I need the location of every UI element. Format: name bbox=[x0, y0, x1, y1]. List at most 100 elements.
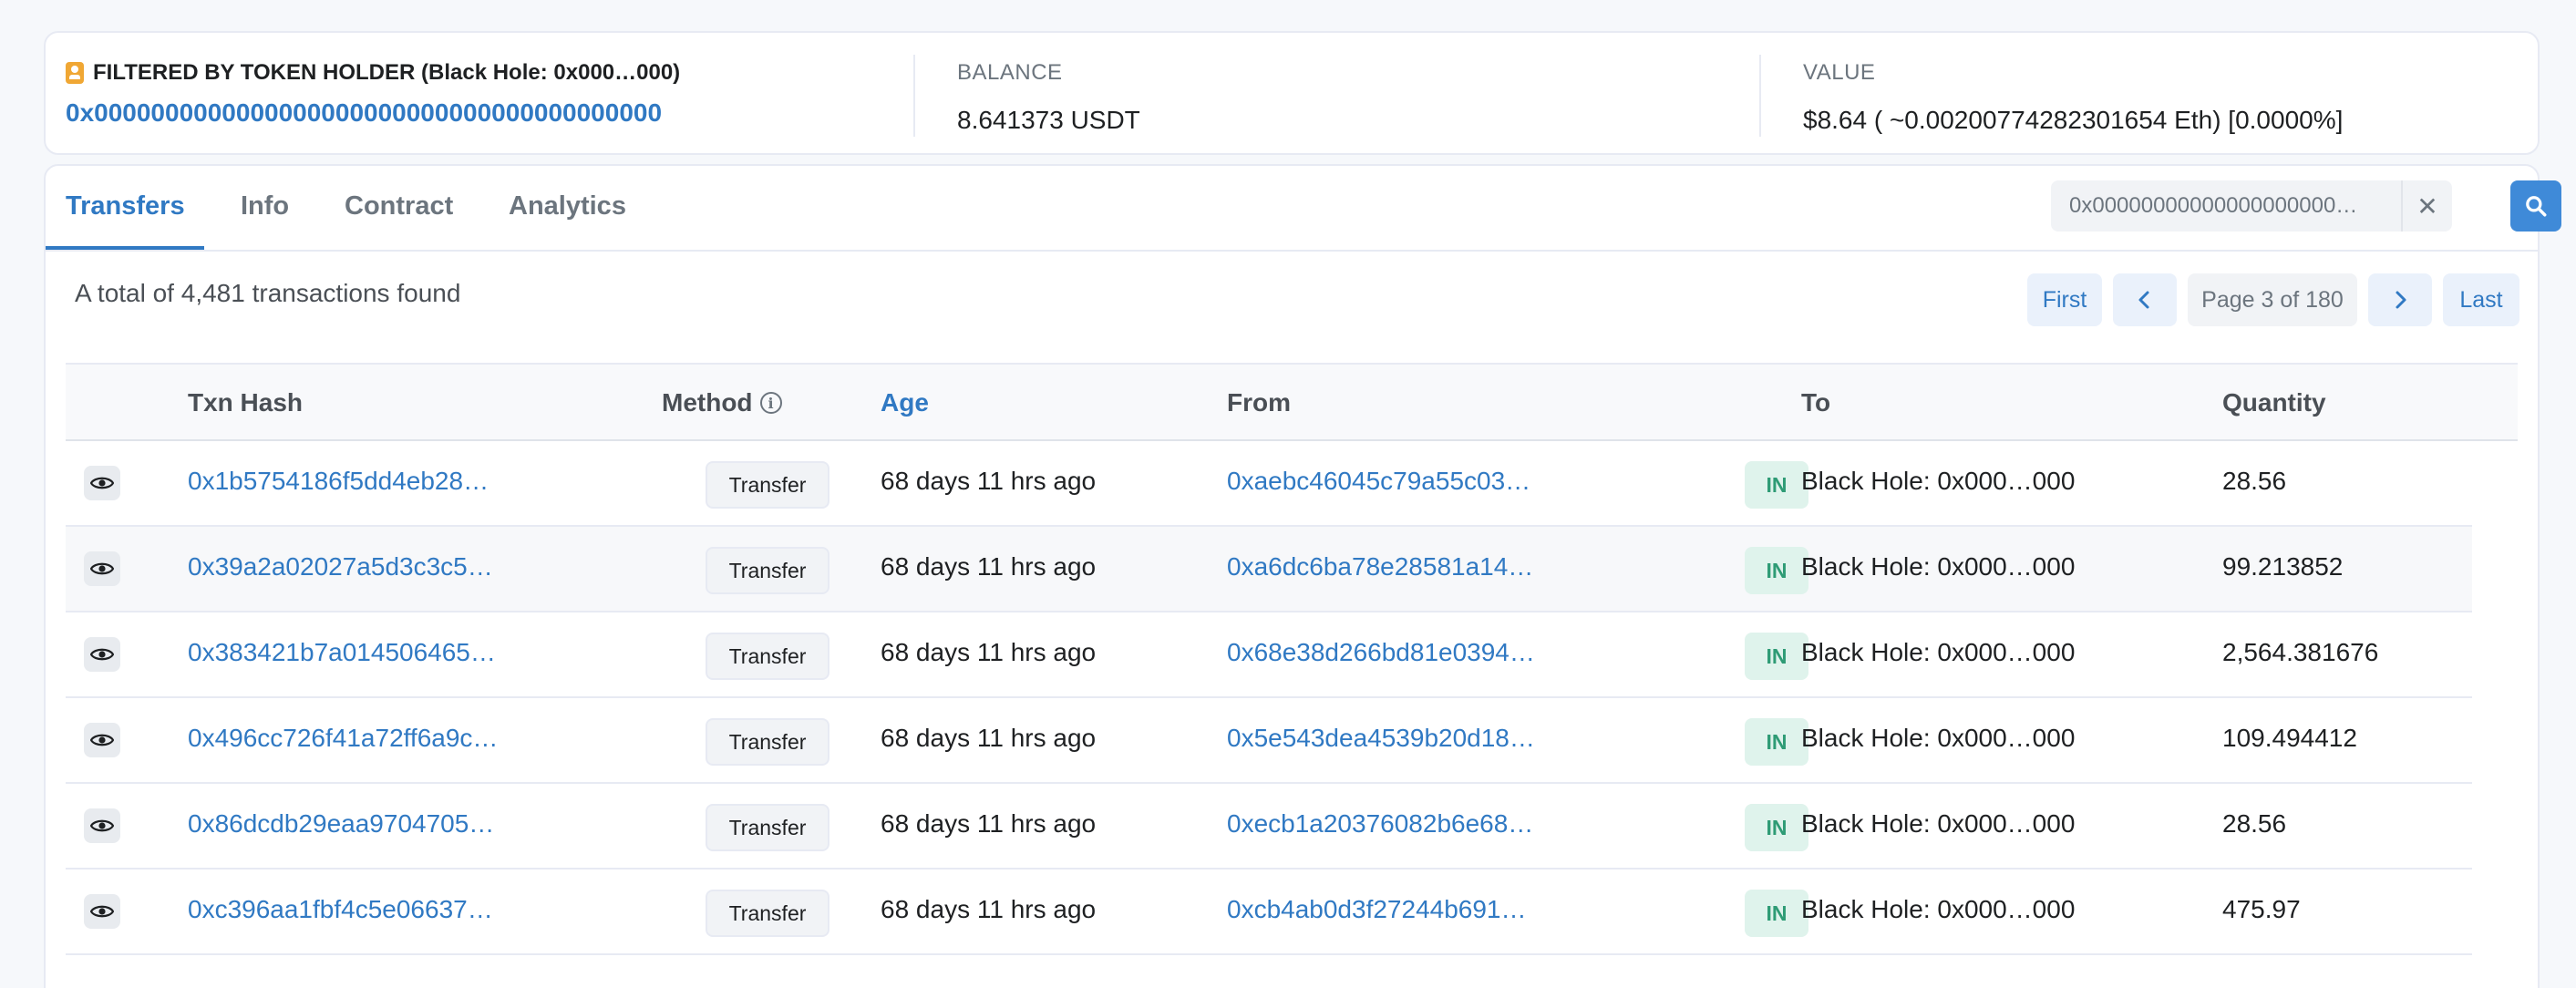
value-column: VALUE $8.64 ( ~0.00200774282301654 Eth) … bbox=[1759, 55, 2516, 137]
quantity-cell: 109.494412 bbox=[2222, 724, 2357, 752]
from-address-link[interactable]: 0xa6dc6ba78e28581a14… bbox=[1227, 552, 1533, 581]
preview-button[interactable] bbox=[84, 637, 120, 672]
tab-transfers[interactable]: Transfers bbox=[66, 191, 185, 221]
active-tab-indicator bbox=[46, 246, 204, 250]
method-badge: Transfer bbox=[706, 547, 829, 594]
user-badge-icon bbox=[66, 62, 84, 84]
direction-badge: IN bbox=[1745, 633, 1808, 680]
header-from: From bbox=[1227, 388, 1291, 417]
tab-analytics[interactable]: Analytics bbox=[509, 191, 626, 221]
info-icon[interactable]: i bbox=[759, 392, 782, 414]
direction-badge: IN bbox=[1745, 547, 1808, 594]
age-cell: 68 days 11 hrs ago bbox=[881, 724, 1097, 752]
address-filter-box: ✕ bbox=[2051, 180, 2452, 232]
method-badge: Transfer bbox=[706, 804, 829, 851]
holder-address-link[interactable]: 0x00000000000000000000000000000000000000… bbox=[66, 98, 662, 128]
txn-hash-link[interactable]: 0x86dcdb29eaa9704705… bbox=[188, 809, 494, 839]
quantity-cell: 99.213852 bbox=[2222, 552, 2344, 581]
eye-icon bbox=[90, 819, 114, 832]
direction-badge: IN bbox=[1745, 890, 1808, 937]
header-method-label: Method bbox=[662, 388, 753, 417]
from-address-link[interactable]: 0xecb1a20376082b6e68… bbox=[1227, 809, 1533, 839]
preview-button[interactable] bbox=[84, 723, 120, 757]
preview-button[interactable] bbox=[84, 808, 120, 843]
to-address: Black Hole: 0x000…000 bbox=[1801, 552, 2076, 581]
direction-badge: IN bbox=[1745, 461, 1808, 509]
preview-button[interactable] bbox=[84, 551, 120, 586]
address-filter-input[interactable] bbox=[2051, 180, 2399, 232]
token-holder-summary: FILTERED BY TOKEN HOLDER (Black Hole: 0x… bbox=[44, 31, 2540, 155]
age-cell: 68 days 11 hrs ago bbox=[881, 638, 1097, 666]
eye-icon bbox=[90, 562, 114, 575]
table-row: 0xc396aa1fbf4c5e06637… Transfer 68 days 11… bbox=[66, 870, 2472, 955]
header-method: Method i bbox=[662, 388, 782, 417]
transfers-panel: Transfers Info Contract Analytics ✕ A to… bbox=[44, 164, 2561, 988]
direction-badge: IN bbox=[1745, 718, 1808, 766]
quantity-cell: 28.56 bbox=[2222, 809, 2287, 838]
chevron-left-icon bbox=[2138, 291, 2149, 309]
to-address: Black Hole: 0x000…000 bbox=[1801, 467, 2076, 495]
method-badge: Transfer bbox=[706, 718, 829, 766]
txn-hash-link[interactable]: 0x383421b7a014506465… bbox=[188, 638, 496, 667]
holder-column: FILTERED BY TOKEN HOLDER (Black Hole: 0x… bbox=[66, 33, 886, 157]
first-page-button[interactable]: First bbox=[2027, 273, 2102, 326]
balance-value: 8.641373 USDT bbox=[957, 106, 1140, 134]
total-transactions-text: A total of 4,481 transactions found bbox=[75, 279, 461, 307]
preview-button[interactable] bbox=[84, 894, 120, 929]
quantity-cell: 2,564.381676 bbox=[2222, 638, 2379, 666]
chevron-right-icon bbox=[2396, 291, 2406, 309]
table-row: 0x86dcdb29eaa9704705… Transfer 68 days 11 … bbox=[66, 784, 2472, 870]
to-address: Black Hole: 0x000…000 bbox=[1801, 895, 2076, 923]
to-address: Black Hole: 0x000…000 bbox=[1801, 724, 2076, 752]
method-badge: Transfer bbox=[706, 633, 829, 680]
direction-badge: IN bbox=[1745, 804, 1808, 851]
txn-hash-link[interactable]: 0x39a2a02027a5d3c3c5… bbox=[188, 552, 493, 581]
age-cell: 68 days 11 hrs ago bbox=[881, 809, 1097, 838]
table-row: 0x496cc726f41a72ff6a9c… Transfer 68 days 1… bbox=[66, 698, 2472, 784]
eye-icon bbox=[90, 477, 114, 489]
table-row: 0x1b5754186f5dd4eb28… Transfer 68 days 11 … bbox=[66, 441, 2472, 527]
header-to: To bbox=[1801, 388, 1831, 417]
quantity-cell: 475.97 bbox=[2222, 895, 2301, 923]
age-cell: 68 days 11 hrs ago bbox=[881, 467, 1097, 495]
balance-title: BALANCE bbox=[957, 60, 1063, 85]
holder-filter-label: FILTERED BY TOKEN HOLDER (Black Hole: 0x… bbox=[66, 60, 680, 86]
to-address: Black Hole: 0x000…000 bbox=[1801, 638, 2076, 666]
txn-hash-link[interactable]: 0x1b5754186f5dd4eb28… bbox=[188, 467, 489, 496]
balance-column: BALANCE 8.641373 USDT bbox=[913, 55, 1716, 137]
tab-bar: Transfers Info Contract Analytics ✕ bbox=[46, 166, 2561, 252]
header-age[interactable]: Age bbox=[881, 388, 929, 417]
prev-page-button[interactable] bbox=[2113, 273, 2177, 326]
table-row: 0x383421b7a014506465… Transfer 68 days 11 … bbox=[66, 612, 2472, 698]
method-badge: Transfer bbox=[706, 461, 829, 509]
table-row: 0x39a2a02027a5d3c3c5… Transfer 68 days 11 … bbox=[66, 527, 2472, 612]
value-title: VALUE bbox=[1803, 60, 1876, 85]
table-header: Txn Hash Method i Age From To Quantity bbox=[66, 363, 2518, 441]
value-value: $8.64 ( ~0.00200774282301654 Eth) [0.000… bbox=[1803, 106, 2344, 134]
header-quantity: Quantity bbox=[2222, 388, 2326, 417]
eye-icon bbox=[90, 648, 114, 661]
eye-icon bbox=[90, 905, 114, 918]
age-cell: 68 days 11 hrs ago bbox=[881, 552, 1097, 581]
next-page-button[interactable] bbox=[2368, 273, 2432, 326]
eye-icon bbox=[90, 734, 114, 746]
search-button[interactable] bbox=[2510, 180, 2561, 232]
close-icon[interactable]: ✕ bbox=[2401, 180, 2452, 232]
from-address-link[interactable]: 0x68e38d266bd81e0394… bbox=[1227, 638, 1535, 667]
header-txn-hash: Txn Hash bbox=[188, 388, 304, 417]
holder-filter-text: FILTERED BY TOKEN HOLDER (Black Hole: 0x… bbox=[93, 60, 681, 85]
method-badge: Transfer bbox=[706, 890, 829, 937]
tab-info[interactable]: Info bbox=[241, 191, 289, 221]
txn-hash-link[interactable]: 0xc396aa1fbf4c5e06637… bbox=[188, 895, 493, 924]
last-page-button[interactable]: Last bbox=[2443, 273, 2519, 326]
page-indicator: Page 3 of 180 bbox=[2188, 273, 2357, 326]
age-cell: 68 days 11 hrs ago bbox=[881, 895, 1097, 923]
from-address-link[interactable]: 0x5e543dea4539b20d18… bbox=[1227, 724, 1535, 753]
from-address-link[interactable]: 0xaebc46045c79a55c03… bbox=[1227, 467, 1530, 496]
from-address-link[interactable]: 0xcb4ab0d3f27244b691… bbox=[1227, 895, 1527, 924]
tab-contract[interactable]: Contract bbox=[345, 191, 453, 221]
preview-button[interactable] bbox=[84, 466, 120, 500]
txn-hash-link[interactable]: 0x496cc726f41a72ff6a9c… bbox=[188, 724, 498, 753]
to-address: Black Hole: 0x000…000 bbox=[1801, 809, 2076, 838]
search-icon bbox=[2526, 196, 2547, 217]
